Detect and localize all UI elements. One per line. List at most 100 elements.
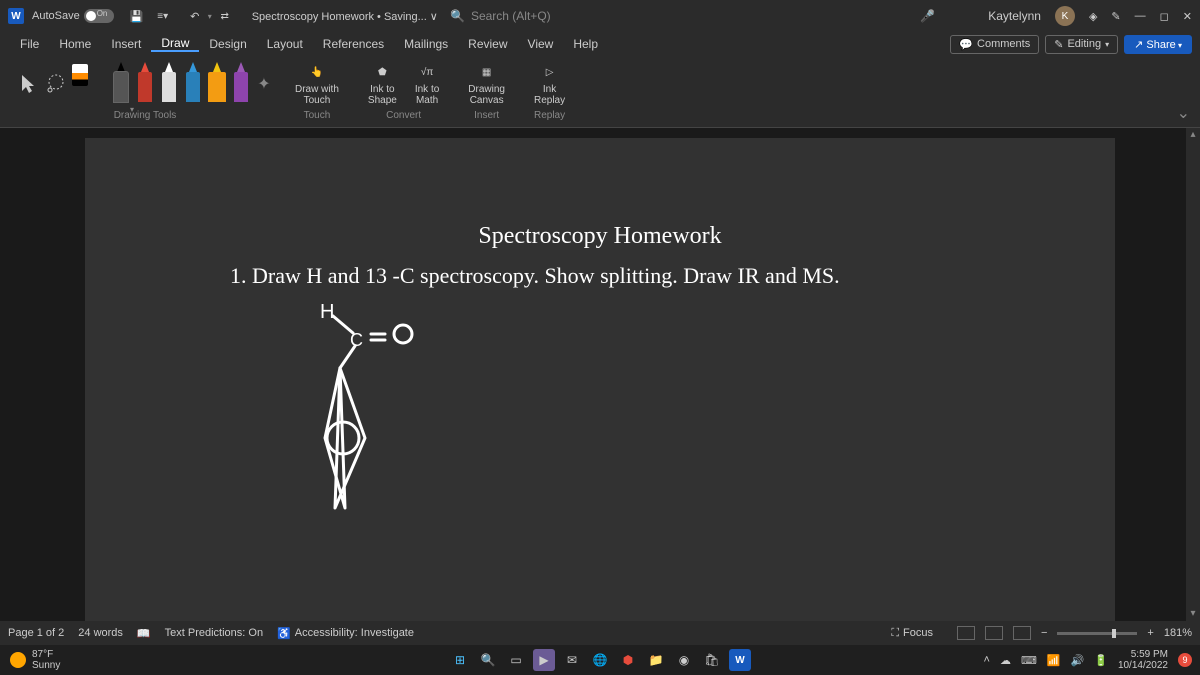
mail-icon[interactable]: ✉ xyxy=(561,649,583,671)
pen-white[interactable] xyxy=(158,62,180,106)
pen-mode-icon[interactable]: ✎ xyxy=(1111,10,1120,23)
editing-button[interactable]: ✎Editing▾ xyxy=(1045,35,1118,54)
group-insert: Insert xyxy=(474,110,499,121)
volume-icon[interactable]: 🔊 xyxy=(1071,654,1085,667)
focus-mode[interactable]: ⛶Focus xyxy=(891,627,933,640)
ink-to-shape-button[interactable]: ⬟ Ink to Shape xyxy=(360,60,405,108)
group-touch: Touch xyxy=(304,110,331,121)
ink-to-math-button[interactable]: √π Ink to Math xyxy=(407,60,447,108)
eraser-tool[interactable] xyxy=(72,64,96,104)
group-convert: Convert xyxy=(386,110,421,121)
wifi-icon[interactable]: 📶 xyxy=(1047,654,1061,667)
close-icon[interactable]: ✕ xyxy=(1183,10,1192,23)
ribbon-collapse-icon[interactable]: ⌄ xyxy=(1177,103,1190,123)
scroll-up-icon[interactable]: ▴ xyxy=(1186,128,1200,142)
menu-home[interactable]: Home xyxy=(49,37,101,51)
word-count[interactable]: 24 words xyxy=(78,627,123,639)
zoom-level[interactable]: 181% xyxy=(1164,627,1192,639)
ink-replay-button[interactable]: ▷ Ink Replay xyxy=(526,60,573,108)
autosave-toggle[interactable]: On xyxy=(84,9,114,23)
scroll-down-icon[interactable]: ▾ xyxy=(1186,607,1200,621)
spellcheck-icon[interactable]: 📖 xyxy=(137,627,151,640)
menu-design[interactable]: Design xyxy=(199,37,256,51)
read-mode-icon[interactable] xyxy=(957,626,975,640)
user-avatar[interactable]: K xyxy=(1055,6,1075,26)
zoom-slider[interactable] xyxy=(1057,632,1137,635)
select-tool[interactable] xyxy=(16,64,40,104)
share-button[interactable]: ↗ Share ▾ xyxy=(1124,35,1192,54)
taskview-icon[interactable]: ▭ xyxy=(505,649,527,671)
ribbon: ▾ ✦ Drawing Tools 👆 Draw with Touch Touc… xyxy=(0,56,1200,128)
pen-purple[interactable] xyxy=(230,62,252,106)
input-icon[interactable]: ⌨ xyxy=(1021,654,1037,667)
clock[interactable]: 5:59 PM10/14/2022 xyxy=(1118,649,1168,671)
maximize-icon[interactable]: ◻ xyxy=(1160,10,1169,23)
battery-icon[interactable]: 🔋 xyxy=(1094,654,1108,667)
autosave-label: AutoSave xyxy=(32,10,80,22)
menu-file[interactable]: File xyxy=(10,37,49,51)
touch-icon: 👆 xyxy=(307,62,327,82)
page-indicator[interactable]: Page 1 of 2 xyxy=(8,627,64,639)
diamond-icon[interactable]: ◈ xyxy=(1089,10,1097,23)
windows-taskbar: 87°FSunny ⊞ 🔍 ▭ ▶ ✉ 🌐 ⬢ 📁 ◉ 🛍 W ˄ ☁ ⌨ 📶 … xyxy=(0,645,1200,675)
menu-review[interactable]: Review xyxy=(458,37,517,51)
word-taskbar-icon[interactable]: W xyxy=(729,649,751,671)
menu-layout[interactable]: Layout xyxy=(257,37,313,51)
word-app-icon: W xyxy=(8,8,24,24)
add-pen-button[interactable]: ✦ xyxy=(254,74,274,94)
group-replay: Replay xyxy=(534,110,565,121)
draw-with-touch-button[interactable]: 👆 Draw with Touch xyxy=(287,60,347,108)
document-body-text: 1. Draw H and 13 -C spectroscopy. Show s… xyxy=(230,263,840,289)
highlighter-yellow[interactable] xyxy=(206,62,228,106)
minimize-icon[interactable]: — xyxy=(1135,10,1146,22)
undo-icon[interactable]: ↶ xyxy=(186,7,204,25)
user-name: Kaytelynn xyxy=(988,9,1041,23)
notification-badge[interactable]: 9 xyxy=(1178,653,1192,667)
document-area[interactable]: Spectroscopy Homework 1. Draw H and 13 -… xyxy=(0,128,1200,621)
explorer-icon[interactable]: 📁 xyxy=(645,649,667,671)
weather-widget[interactable]: 87°FSunny xyxy=(10,649,60,671)
menu-view[interactable]: View xyxy=(518,37,564,51)
taskbar-search-icon[interactable]: 🔍 xyxy=(477,649,499,671)
search-icon: 🔍 xyxy=(450,9,465,23)
web-layout-icon[interactable] xyxy=(1013,626,1031,640)
tray-chevron-icon[interactable]: ˄ xyxy=(984,654,990,666)
accessibility-check[interactable]: ♿Accessibility: Investigate xyxy=(277,627,414,640)
menu-draw[interactable]: Draw xyxy=(151,36,199,52)
ink-shape-icon: ⬟ xyxy=(372,62,392,82)
canvas-icon: ▦ xyxy=(477,62,497,82)
office-icon[interactable]: ⬢ xyxy=(617,649,639,671)
save-icon[interactable]: 💾 xyxy=(128,7,146,25)
vertical-scrollbar[interactable]: ▴ ▾ xyxy=(1186,128,1200,621)
comments-button[interactable]: 💬Comments xyxy=(950,35,1039,54)
zoom-in-icon[interactable]: + xyxy=(1147,627,1153,639)
document-title[interactable]: Spectroscopy Homework • Saving... ∨ xyxy=(252,10,438,23)
redo-icon[interactable]: ⇄ xyxy=(216,7,234,25)
zoom-out-icon[interactable]: − xyxy=(1041,627,1047,639)
clipchamp-icon[interactable]: ▶ xyxy=(533,649,555,671)
ink-drawing: H C xyxy=(295,298,495,543)
drawing-canvas-button[interactable]: ▦ Drawing Canvas xyxy=(460,60,513,108)
pen-blue[interactable] xyxy=(182,62,204,106)
print-layout-icon[interactable] xyxy=(985,626,1003,640)
edge-icon[interactable]: 🌐 xyxy=(589,649,611,671)
line-spacing-icon[interactable]: ≡▾ xyxy=(154,7,172,25)
chrome-icon[interactable]: ◉ xyxy=(673,649,695,671)
menu-insert[interactable]: Insert xyxy=(101,37,151,51)
pen-black[interactable]: ▾ xyxy=(110,62,132,106)
onedrive-icon[interactable]: ☁ xyxy=(1000,654,1011,667)
svg-text:C: C xyxy=(350,330,363,350)
mic-icon[interactable]: 🎤 xyxy=(920,9,935,23)
store-icon[interactable]: 🛍 xyxy=(701,649,723,671)
lasso-tool[interactable] xyxy=(42,64,70,104)
page: Spectroscopy Homework 1. Draw H and 13 -… xyxy=(85,138,1115,621)
menu-references[interactable]: References xyxy=(313,37,394,51)
pen-red[interactable] xyxy=(134,62,156,106)
menu-help[interactable]: Help xyxy=(563,37,608,51)
search-box[interactable]: 🔍 Search (Alt+Q) 🎤 xyxy=(450,9,551,23)
start-icon[interactable]: ⊞ xyxy=(449,649,471,671)
text-predictions[interactable]: Text Predictions: On xyxy=(165,627,263,639)
menu-mailings[interactable]: Mailings xyxy=(394,37,458,51)
document-heading: Spectroscopy Homework xyxy=(85,223,1115,250)
group-drawing-tools: Drawing Tools xyxy=(114,110,177,121)
